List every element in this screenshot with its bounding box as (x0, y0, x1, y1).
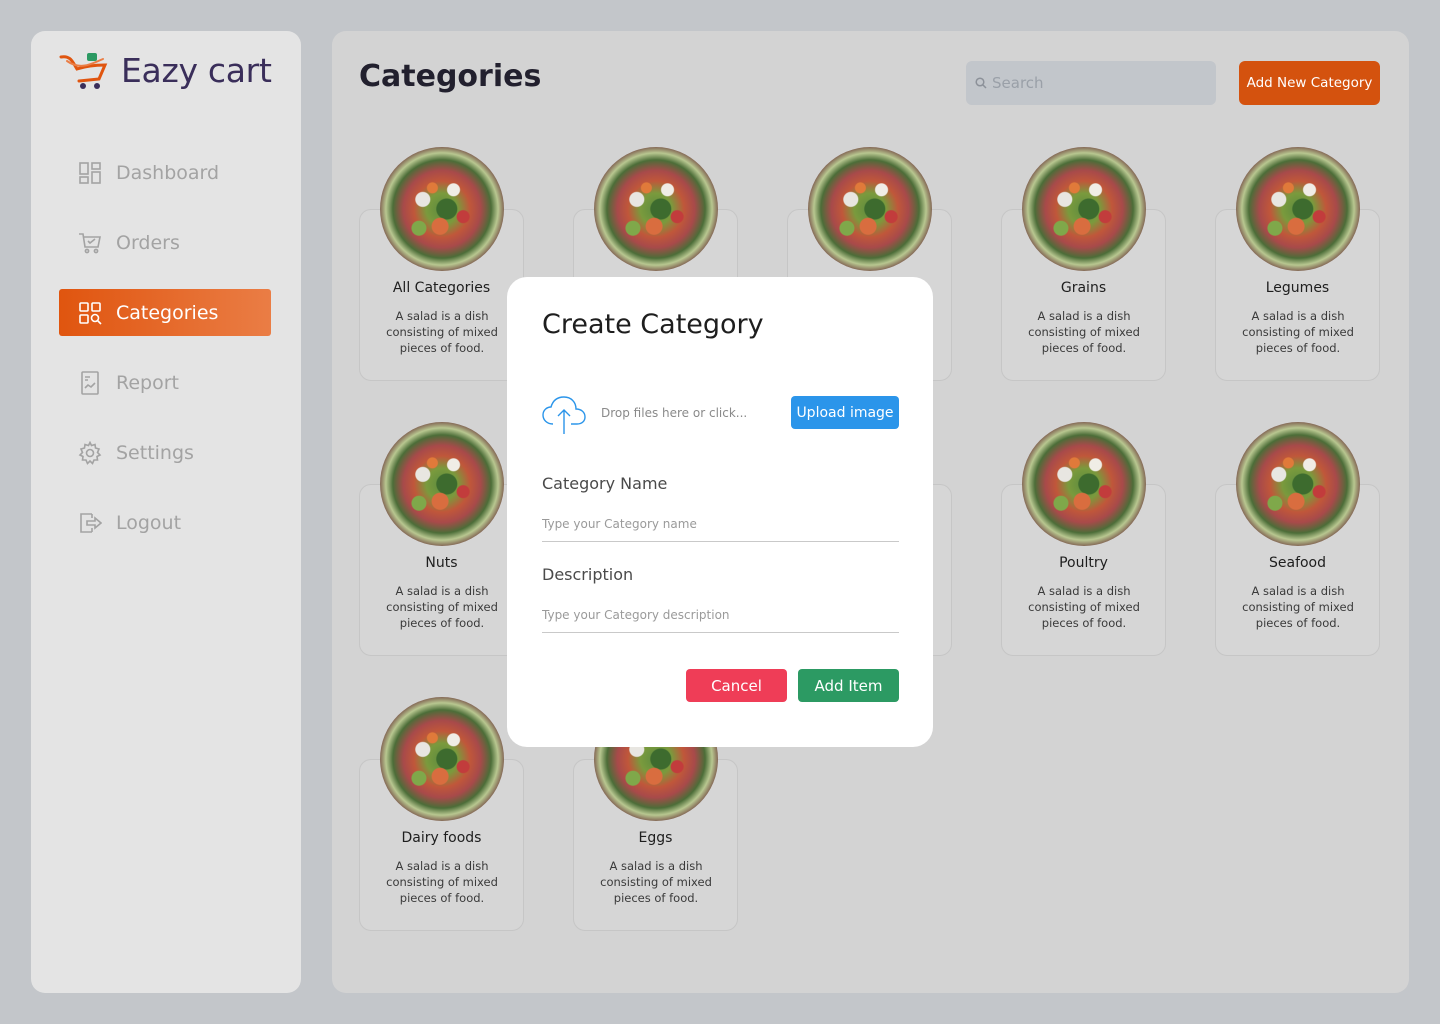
category-name: Nuts (425, 555, 458, 571)
cart-logo-icon (59, 53, 108, 89)
category-image (1236, 422, 1360, 546)
category-description-field[interactable] (542, 603, 899, 633)
category-card[interactable]: Nuts A salad is a dish consisting of mix… (359, 422, 524, 656)
category-name: Legumes (1265, 280, 1330, 296)
category-card[interactable]: Grains A salad is a dish consisting of m… (1001, 147, 1166, 381)
search-input[interactable] (992, 74, 1192, 92)
add-item-button[interactable]: Add Item (798, 669, 899, 702)
category-description: A salad is a dish consisting of mixed pi… (1242, 309, 1354, 355)
category-card[interactable]: Dairy foods A salad is a dish consisting… (359, 697, 524, 931)
description-label: Description (542, 565, 634, 584)
category-image (808, 147, 932, 271)
page-title: Categories (359, 59, 542, 94)
category-description: A salad is a dish consisting of mixed pi… (386, 584, 498, 630)
cloud-upload-icon[interactable] (542, 395, 587, 435)
brand-name: Eazy cart (121, 50, 272, 90)
category-card[interactable]: Legumes A salad is a dish consisting of … (1215, 147, 1380, 381)
category-name-field[interactable] (542, 512, 899, 542)
sidebar-item-label: Logout (116, 511, 182, 534)
category-description: A salad is a dish consisting of mixed pi… (1028, 584, 1140, 630)
sidebar-item-label: Orders (116, 231, 180, 254)
brand-logo[interactable]: Eazy cart (59, 49, 272, 91)
category-description: A salad is a dish consisting of mixed pi… (386, 309, 498, 355)
add-new-category-button[interactable]: Add New Category (1239, 61, 1380, 105)
category-description: A salad is a dish consisting of mixed pi… (600, 859, 712, 905)
search-icon (975, 77, 987, 89)
cart-icon (79, 232, 101, 253)
upload-image-button[interactable]: Upload image (791, 396, 899, 429)
sidebar: Eazy cart Dashboard Orders Categories Re… (31, 31, 301, 993)
category-image (1236, 147, 1360, 271)
sidebar-item-categories[interactable]: Categories (59, 289, 271, 336)
category-description: A salad is a dish consisting of mixed pi… (1242, 584, 1354, 630)
category-card[interactable]: Poultry A salad is a dish consisting of … (1001, 422, 1166, 656)
category-name: Eggs (638, 830, 673, 846)
sidebar-item-logout[interactable]: Logout (59, 499, 271, 546)
categories-icon (79, 301, 102, 325)
sidebar-item-orders[interactable]: Orders (59, 219, 271, 266)
sidebar-item-settings[interactable]: Settings (59, 429, 271, 476)
sidebar-nav: Dashboard Orders Categories Report Setti… (59, 149, 271, 569)
category-image (380, 147, 504, 271)
sidebar-item-label: Settings (116, 441, 194, 464)
gear-icon (78, 440, 102, 465)
report-icon (81, 370, 99, 395)
sidebar-item-dashboard[interactable]: Dashboard (59, 149, 271, 196)
logout-icon (80, 512, 102, 533)
sidebar-item-label: Categories (116, 301, 219, 324)
category-card[interactable]: Seafood A salad is a dish consisting of … (1215, 422, 1380, 656)
category-description: A salad is a dish consisting of mixed pi… (1028, 309, 1140, 355)
category-name: All Categories (392, 280, 491, 296)
drop-zone-text[interactable]: Drop files here or click... (601, 406, 747, 420)
create-category-modal: Create Category Drop files here or click… (507, 277, 933, 747)
category-image (380, 422, 504, 546)
category-name: Poultry (1059, 555, 1108, 571)
sidebar-item-report[interactable]: Report (59, 359, 271, 406)
cancel-button[interactable]: Cancel (686, 669, 787, 702)
category-name: Grains (1060, 280, 1107, 296)
sidebar-item-label: Dashboard (116, 161, 220, 184)
category-name: Seafood (1268, 555, 1327, 571)
category-image (380, 697, 504, 821)
category-card[interactable]: All Categories A salad is a dish consist… (359, 147, 524, 381)
category-name-label: Category Name (542, 474, 668, 493)
sidebar-item-label: Report (116, 371, 179, 394)
search-box[interactable] (966, 61, 1216, 105)
modal-title: Create Category (542, 309, 764, 340)
category-image (1022, 147, 1146, 271)
category-description: A salad is a dish consisting of mixed pi… (386, 859, 498, 905)
category-name: Dairy foods (401, 830, 482, 846)
category-image (594, 147, 718, 271)
dashboard-icon (79, 161, 101, 184)
category-image (1022, 422, 1146, 546)
